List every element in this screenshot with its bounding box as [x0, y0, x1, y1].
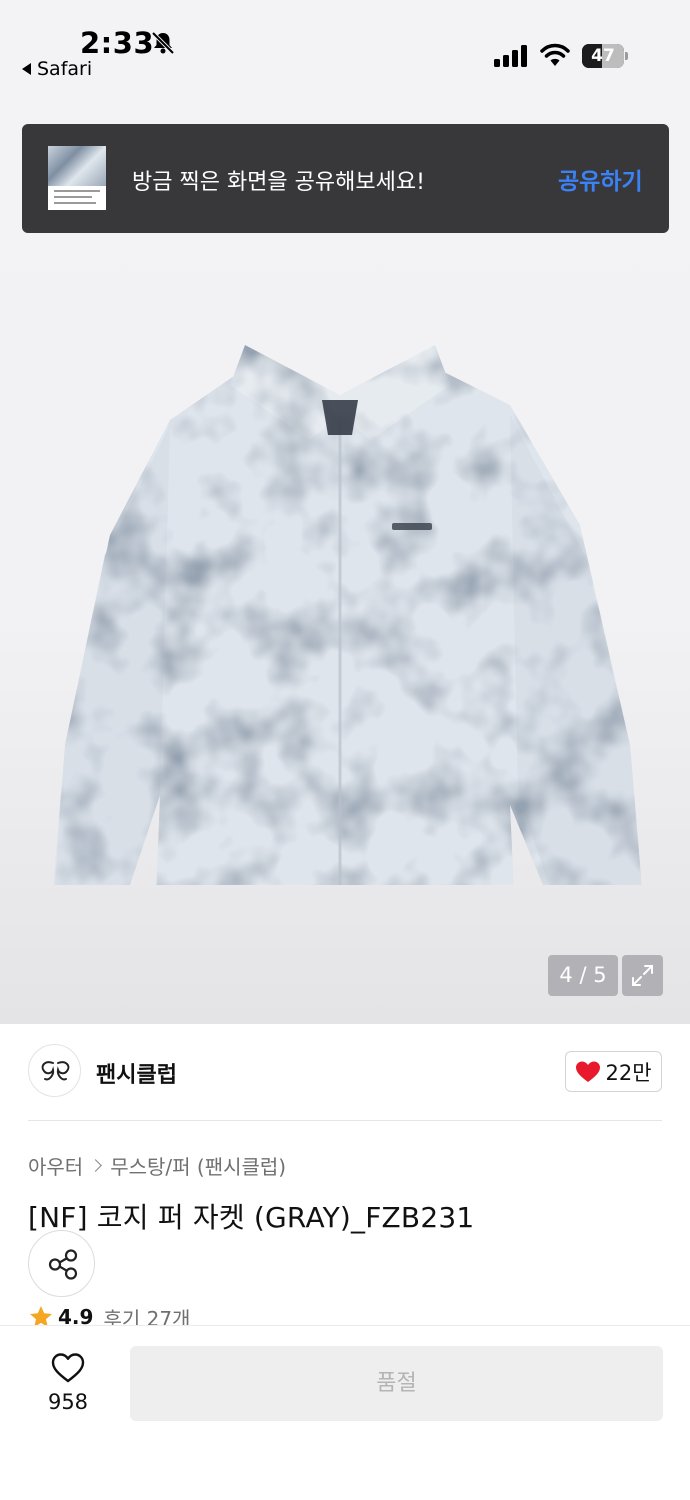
expand-icon[interactable]	[622, 955, 663, 996]
share-button[interactable]	[28, 1230, 95, 1297]
store-name[interactable]: 팬시클럽	[96, 1057, 177, 1089]
back-arrow-icon	[22, 63, 31, 75]
toast-message: 방금 찍은 화면을 공유해보세요!	[132, 170, 425, 195]
status-time: 2:33	[80, 26, 155, 60]
divider	[28, 1120, 662, 1121]
cellular-signal-icon	[494, 45, 527, 67]
battery-percent: 47	[591, 46, 615, 66]
back-app-label: Safari	[37, 58, 93, 80]
share-now-button[interactable]: 공유하기	[558, 162, 643, 196]
breadcrumb: 아우터 무스탕/퍼 (팬시클럽)	[28, 1151, 286, 1180]
screenshot-thumbnail[interactable]	[48, 146, 106, 210]
screenshot-share-toast: 방금 찍은 화면을 공유해보세요! 공유하기	[22, 124, 669, 233]
breadcrumb-item[interactable]: 무스탕/퍼 (팬시클럽)	[110, 1151, 286, 1180]
breadcrumb-item[interactable]: 아우터	[28, 1151, 83, 1180]
heart-filled-icon	[576, 1061, 601, 1082]
wishlist-button[interactable]: 958	[30, 1348, 106, 1420]
battery-icon: 47	[582, 44, 628, 68]
image-counter: 4 / 5	[548, 955, 618, 996]
wishlist-count: 958	[47, 1390, 89, 1414]
chevron-right-icon	[89, 1159, 103, 1172]
back-to-safari[interactable]: Safari	[22, 58, 92, 80]
product-title: [NF] 코지 퍼 자켓 (GRAY)_FZB231	[28, 1201, 475, 1234]
status-bar: 2:33 Safari 47	[0, 0, 690, 110]
store-like-count: 22만	[605, 1060, 652, 1085]
product-image	[53, 345, 642, 885]
store-logo-icon[interactable]	[28, 1044, 81, 1097]
heart-outline-icon	[51, 1353, 85, 1383]
sold-out-button: 품절	[130, 1346, 663, 1421]
wifi-icon	[540, 43, 570, 66]
store-like-button[interactable]: 22만	[565, 1051, 662, 1092]
bell-slash-icon	[151, 31, 175, 55]
product-image-gallery[interactable]	[0, 110, 690, 1024]
share-icon	[48, 1249, 78, 1280]
